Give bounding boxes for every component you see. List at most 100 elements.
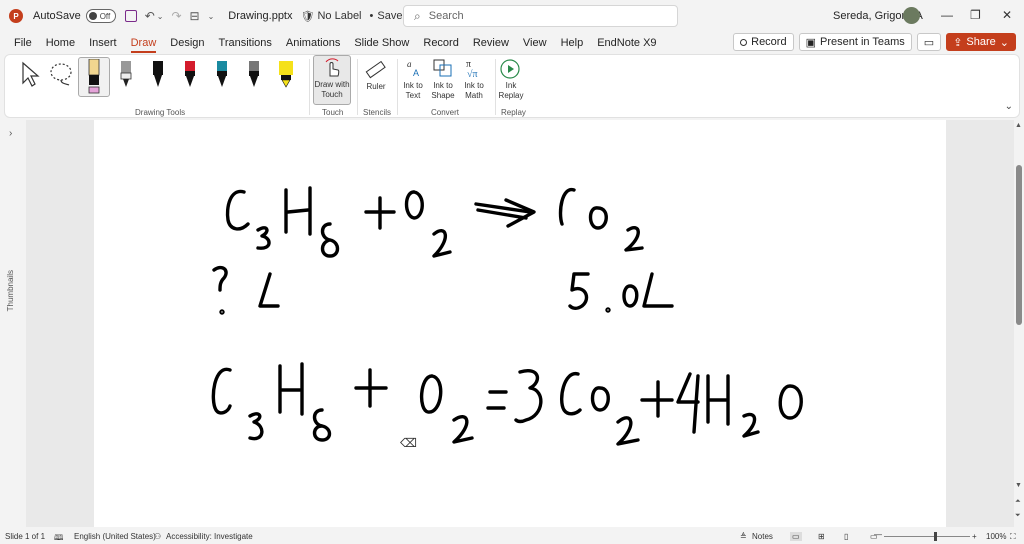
ink-to-text-label[interactable]: Ink to Text: [400, 81, 426, 101]
sensitivity-shield-icon: 🛡: [300, 10, 315, 23]
reading-view-icon[interactable]: ▯: [844, 532, 848, 541]
next-slide-icon[interactable]: ⏷: [1015, 512, 1021, 520]
ink-stroke: [588, 206, 608, 230]
drawing-tools-group-label: Drawing Tools: [135, 108, 186, 117]
autosave-state: Off: [99, 11, 111, 21]
slide-canvas[interactable]: ⌫: [94, 120, 946, 527]
gray-pen-icon[interactable]: [247, 59, 261, 89]
undo-icon[interactable]: ↶: [145, 9, 155, 23]
undo-dropdown-icon[interactable]: ⌄: [157, 12, 164, 21]
autosave-toggle[interactable]: Off: [85, 9, 116, 23]
ink-replay-icon[interactable]: [499, 58, 521, 80]
ink-stroke: [312, 408, 332, 442]
expand-thumbnails-chevron-icon[interactable]: ›: [9, 128, 12, 139]
tab-transitions[interactable]: Transitions: [212, 32, 279, 54]
share-chevron-icon: ⌄: [999, 36, 1009, 49]
pencil-tool-icon[interactable]: [87, 59, 101, 95]
ink-to-text-icon[interactable]: a A: [404, 58, 424, 78]
ink-stroke: [404, 190, 424, 220]
slide-sorter-icon[interactable]: ⊞: [818, 532, 825, 541]
lasso-select-icon[interactable]: [49, 61, 75, 87]
save-icon[interactable]: [124, 10, 137, 22]
highlighter-icon[interactable]: [277, 59, 295, 89]
powerpoint-logo-icon: P: [9, 9, 23, 23]
ink-to-math-label[interactable]: Ink to Math: [457, 81, 491, 101]
handwritten-ink-layer[interactable]: [94, 120, 946, 527]
touch-group-label: Touch: [322, 108, 344, 117]
ink-stroke: [622, 284, 639, 308]
tab-file[interactable]: File: [0, 32, 39, 54]
scroll-down-icon[interactable]: ▼: [1015, 482, 1022, 489]
close-icon[interactable]: ✕: [1002, 8, 1012, 22]
language-status[interactable]: English (United States): [74, 532, 156, 541]
accessibility-status[interactable]: Accessibility: Investigate: [166, 532, 253, 541]
black-pen-icon[interactable]: [151, 59, 165, 89]
present-from-start-icon[interactable]: ⊟: [190, 9, 200, 23]
tab-review[interactable]: Review: [466, 32, 516, 54]
ink-replay-label[interactable]: Ink Replay: [497, 81, 525, 101]
restore-icon[interactable]: ❐: [970, 8, 981, 22]
accessibility-icon[interactable]: ⚇: [154, 532, 161, 541]
ruler-icon[interactable]: [365, 59, 387, 81]
tab-home[interactable]: Home: [39, 32, 82, 54]
red-pen-icon[interactable]: [183, 59, 197, 89]
ink-stroke: [219, 309, 225, 315]
ruler-label[interactable]: Ruler: [361, 82, 391, 92]
slide-editing-area: ⌫: [26, 120, 1014, 527]
zoom-level[interactable]: 100%: [986, 532, 1006, 541]
zoom-slider-thumb[interactable]: [934, 532, 937, 541]
select-objects-icon[interactable]: [19, 61, 41, 87]
tab-help[interactable]: Help: [554, 32, 591, 54]
separator: [495, 59, 496, 115]
separator: [397, 59, 398, 115]
stencils-group-label: Stencils: [363, 108, 392, 117]
autosave-label: AutoSave: [33, 10, 81, 22]
record-icon: [740, 38, 748, 46]
tab-view[interactable]: View: [516, 32, 554, 54]
record-button[interactable]: Record: [733, 33, 794, 51]
minimize-icon[interactable]: —: [941, 8, 953, 22]
zoom-slider-track[interactable]: [884, 536, 970, 537]
file-name: Drawing.pptx: [228, 10, 293, 22]
vertical-scrollbar[interactable]: ▲ ▼ ⏶ ⏷: [1014, 120, 1024, 527]
collapse-ribbon-chevron-icon[interactable]: ⌄: [1005, 101, 1013, 112]
redo-icon[interactable]: ↷: [171, 9, 181, 23]
thumbnails-label[interactable]: Thumbnails: [6, 270, 15, 311]
scrollbar-thumb[interactable]: [1016, 165, 1022, 325]
previous-slide-icon[interactable]: ⏶: [1015, 498, 1021, 506]
teal-pen-icon[interactable]: [215, 59, 229, 89]
sensitivity-label[interactable]: No Label: [317, 10, 361, 22]
ink-stroke: [211, 367, 232, 415]
ink-stroke: [286, 208, 310, 214]
notes-button[interactable]: Notes: [752, 532, 773, 541]
ink-to-math-icon[interactable]: π √π: [461, 58, 485, 78]
ink-stroke: [514, 369, 543, 424]
avatar[interactable]: [903, 7, 920, 24]
pen-tool-icon[interactable]: [119, 59, 133, 89]
customize-toolbar-icon[interactable]: ⌄: [208, 12, 215, 21]
header-buttons: Record ▣ Present in Teams ▭ ⇪ Share ⌄: [733, 33, 1016, 51]
present-in-teams-button[interactable]: ▣ Present in Teams: [798, 33, 912, 51]
ink-to-shape-icon[interactable]: [432, 58, 454, 78]
normal-view-icon[interactable]: ▭: [790, 532, 802, 541]
tab-slide-show[interactable]: Slide Show: [347, 32, 416, 54]
share-button[interactable]: ⇪ Share ⌄: [946, 33, 1016, 51]
zoom-out-icon[interactable]: —: [874, 530, 882, 539]
ink-to-shape-label[interactable]: Ink to Shape: [429, 81, 457, 101]
fit-to-window-icon[interactable]: ⛶: [1010, 532, 1016, 542]
ink-stroke: [559, 372, 582, 416]
ink-stroke: [590, 386, 610, 412]
comments-button[interactable]: ▭: [916, 33, 942, 51]
search-input[interactable]: ⌕ Search: [403, 5, 678, 27]
notes-icon[interactable]: ≜: [740, 532, 747, 541]
tab-animations[interactable]: Animations: [279, 32, 347, 54]
spellcheck-book-icon[interactable]: 🕮: [54, 532, 63, 544]
tab-design[interactable]: Design: [163, 32, 211, 54]
scroll-up-icon[interactable]: ▲: [1015, 122, 1022, 129]
tab-endnote[interactable]: EndNote X9: [590, 32, 663, 54]
tab-record[interactable]: Record: [416, 32, 465, 54]
zoom-in-icon[interactable]: +: [972, 532, 977, 541]
present-label: Present in Teams: [820, 36, 905, 48]
tab-insert[interactable]: Insert: [82, 32, 124, 54]
tab-draw[interactable]: Draw: [124, 32, 164, 54]
